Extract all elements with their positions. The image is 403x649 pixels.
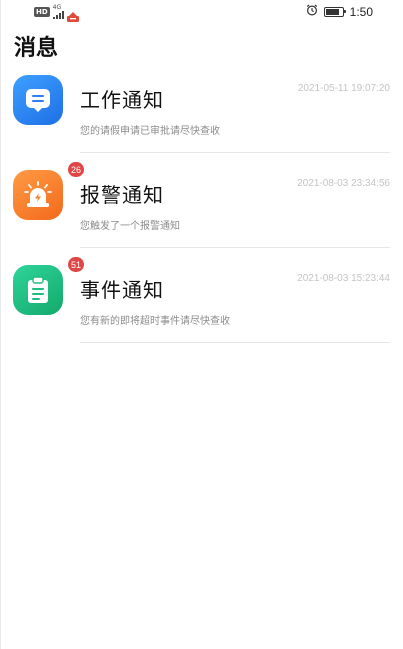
notification-title: 事件通知 bbox=[80, 278, 164, 302]
notification-title: 工作通知 bbox=[80, 88, 164, 112]
status-bar: HD 4G 1:50 bbox=[0, 0, 403, 24]
status-left: HD 4G bbox=[34, 5, 79, 22]
alarm-icon: 26 bbox=[13, 161, 86, 220]
alarm-clock-icon bbox=[306, 4, 318, 19]
hd-badge: HD bbox=[34, 7, 50, 17]
notification-alarm[interactable]: 26 报警通知 2021-08-03 23:34:56 您触发了一个报警通知 bbox=[0, 161, 403, 260]
clipboard-icon: 51 bbox=[13, 256, 86, 315]
signal-icon: 4G bbox=[52, 5, 64, 19]
notification-description: 您有新的即将超时事件请尽快查收 bbox=[80, 316, 230, 327]
clock-time: 1:50 bbox=[349, 4, 373, 19]
notification-list: 工作通知 2021-05-11 19:07:20 您的请假申请已审批请尽快查收 … bbox=[0, 70, 403, 355]
divider bbox=[80, 342, 390, 343]
notification-description: 您的请假申请已审批请尽快查收 bbox=[80, 126, 220, 137]
notification-description: 您触发了一个报警通知 bbox=[80, 221, 180, 232]
notification-time: 2021-05-11 19:07:20 bbox=[297, 83, 390, 94]
page-title: 消息 bbox=[14, 36, 59, 61]
notification-work[interactable]: 工作通知 2021-05-11 19:07:20 您的请假申请已审批请尽快查收 bbox=[0, 70, 403, 165]
unread-badge: 26 bbox=[67, 161, 86, 178]
battery-icon bbox=[323, 6, 346, 17]
unread-badge: 51 bbox=[67, 256, 86, 273]
battery-level bbox=[325, 8, 340, 15]
divider bbox=[80, 152, 390, 153]
notification-time: 2021-08-03 23:34:56 bbox=[297, 178, 390, 189]
divider bbox=[80, 247, 390, 248]
signal-bars-icon bbox=[52, 11, 64, 19]
notification-time: 2021-08-03 15:23:44 bbox=[297, 273, 390, 284]
notification-title: 报警通知 bbox=[80, 183, 164, 207]
notification-event[interactable]: 51 事件通知 2021-08-03 15:23:44 您有新的即将超时事件请尽… bbox=[0, 256, 403, 355]
message-icon bbox=[13, 75, 63, 125]
app-notification-icon bbox=[66, 7, 79, 22]
status-right: 1:50 bbox=[306, 4, 373, 19]
